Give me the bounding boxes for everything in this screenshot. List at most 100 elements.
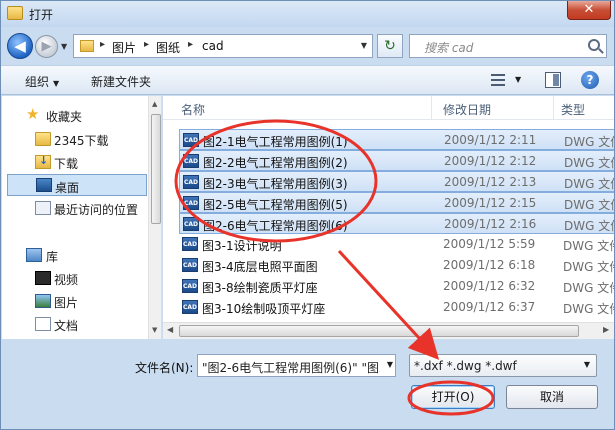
file-row[interactable]: CAD 图3-8绘制瓷质平灯座 2009/1/12 6:32 DWG 文件	[179, 276, 614, 297]
close-button[interactable]: ✕	[567, 1, 611, 20]
file-row[interactable]: CAD 图3-1设计说明 2009/1/12 5:59 DWG 文件	[179, 234, 614, 255]
document-icon	[35, 317, 51, 331]
scrollbar-thumb[interactable]	[151, 114, 161, 224]
open-button[interactable]: 打开(O)	[411, 385, 495, 409]
window-title: 打开	[29, 8, 54, 22]
back-button[interactable]: ◀	[7, 33, 33, 59]
chevron-down-icon: ▼	[53, 79, 60, 88]
search-icon[interactable]	[588, 39, 600, 51]
column-header-row: 名称 修改日期 类型	[163, 96, 614, 120]
download-folder-icon	[35, 154, 51, 169]
column-divider[interactable]	[431, 96, 432, 120]
new-folder-button[interactable]: 新建文件夹	[91, 73, 151, 90]
scroll-left-icon[interactable]: ◀	[167, 325, 173, 334]
file-row[interactable]: CAD 图3-4底层电照平面图 2009/1/12 6:18 DWG 文件	[179, 255, 614, 276]
file-row[interactable]: CAD 图2-5电气工程常用图例(5) 2009/1/12 2:15 DWG 文…	[179, 192, 614, 213]
sidebar-item-desktop[interactable]: 桌面	[7, 174, 147, 196]
sidebar-item-pictures[interactable]: 图片	[2, 290, 148, 312]
organize-label: 组织	[25, 75, 50, 89]
column-divider[interactable]	[553, 96, 554, 120]
breadcrumb-separator[interactable]: ▸	[188, 39, 193, 50]
column-header-name[interactable]: 名称	[181, 101, 205, 118]
recent-locations-chevron-down-icon[interactable]: ▼	[61, 42, 67, 51]
file-date: 2009/1/12 2:12	[444, 154, 537, 168]
file-type: DWG 文件	[564, 177, 614, 191]
address-bar[interactable]: ▸ 图片 ▸ 图纸 ▸ cad ▼	[73, 34, 373, 58]
sidebar-item-downloads[interactable]: 下载	[2, 151, 148, 173]
cad-file-icon: CAD	[182, 279, 198, 293]
title-bar: 打开 ✕	[1, 1, 614, 27]
cancel-button[interactable]: 取消	[506, 385, 598, 409]
file-date: 2009/1/12 6:18	[443, 258, 536, 272]
help-icon[interactable]: ?	[581, 71, 599, 89]
file-type: DWG 文件	[563, 260, 614, 274]
chevron-down-icon[interactable]: ▼	[356, 35, 372, 57]
sidebar-item-libraries[interactable]: 库	[2, 244, 148, 266]
search-placeholder: 搜索 cad	[424, 41, 474, 55]
file-type-select[interactable]: *.dxf *.dwg *.dwf ▼	[409, 354, 597, 377]
file-type: DWG 文件	[564, 198, 614, 212]
file-row[interactable]: CAD 图2-3电气工程常用图例(3) 2009/1/12 2:13 DWG 文…	[179, 171, 614, 192]
search-input[interactable]: 搜索 cad	[409, 34, 607, 58]
organize-button[interactable]: 组织 ▼	[25, 73, 59, 90]
navigation-pane-scrollbar[interactable]: ▲ ▼	[148, 96, 161, 339]
horizontal-scrollbar[interactable]: ◀ ▶	[163, 322, 614, 339]
file-date: 2009/1/12 2:15	[444, 196, 537, 210]
sidebar-item-recent-places[interactable]: 最近访问的位置	[2, 197, 148, 219]
sidebar-item-label: 视频	[54, 273, 79, 287]
file-name: 图3-10绘制吸顶平灯座	[202, 302, 326, 316]
scroll-up-icon[interactable]: ▲	[152, 100, 157, 108]
refresh-button[interactable]: ↻	[377, 34, 403, 58]
file-name: 图3-1设计说明	[202, 239, 282, 253]
folder-icon	[80, 40, 94, 52]
file-row[interactable]: CAD 图2-6电气工程常用图例(6) 2009/1/12 2:16 DWG 文…	[179, 213, 614, 234]
file-date: 2009/1/12 6:32	[443, 279, 536, 293]
preview-pane-icon[interactable]	[545, 72, 561, 88]
filename-input[interactable]: "图2-6电气工程常用图例(6)" "图2 ▼	[197, 354, 396, 377]
file-row[interactable]: CAD 图2-1电气工程常用图例(1) 2009/1/12 2:11 DWG 文…	[179, 129, 614, 150]
forward-button[interactable]: ▶	[35, 35, 58, 58]
column-header-date[interactable]: 修改日期	[443, 101, 491, 118]
sidebar-item-favorites[interactable]: ★ 收藏夹	[2, 104, 148, 126]
file-row[interactable]: CAD 图2-2电气工程常用图例(2) 2009/1/12 2:12 DWG 文…	[179, 150, 614, 171]
file-row[interactable]: CAD 图3-10绘制吸顶平灯座 2009/1/12 6:37 DWG 文件	[179, 297, 614, 318]
file-type-value: *.dxf *.dwg *.dwf	[414, 359, 517, 373]
breadcrumb-separator[interactable]: ▸	[100, 39, 105, 50]
folder-icon	[35, 132, 51, 146]
chevron-down-icon[interactable]: ▼	[515, 75, 521, 84]
cad-file-icon: CAD	[183, 133, 199, 147]
folder-icon	[7, 6, 23, 20]
video-icon	[35, 271, 51, 285]
breadcrumb-item[interactable]: cad	[202, 39, 224, 53]
library-icon	[26, 248, 42, 262]
sidebar-item-label: 图片	[54, 296, 79, 310]
file-type: DWG 文件	[564, 219, 614, 233]
file-name: 图2-5电气工程常用图例(5)	[203, 198, 348, 212]
file-list: 名称 修改日期 类型 CAD 图2-1电气工程常用图例(1) 2009/1/12…	[163, 96, 614, 339]
scroll-down-icon[interactable]: ▼	[152, 326, 157, 334]
star-icon: ★	[26, 105, 40, 123]
cad-file-icon: CAD	[183, 217, 199, 231]
cad-file-icon: CAD	[182, 237, 198, 251]
breadcrumb-separator[interactable]: ▸	[144, 39, 149, 50]
sidebar-item-2345-downloads[interactable]: 2345下载	[2, 128, 148, 150]
cad-file-icon: CAD	[183, 175, 199, 189]
file-name: 图2-6电气工程常用图例(6)	[203, 219, 348, 233]
scroll-right-icon[interactable]: ▶	[603, 325, 609, 334]
sidebar-item-label: 最近访问的位置	[54, 203, 139, 217]
filename-label: 文件名(N):	[135, 361, 194, 375]
scrollbar-thumb[interactable]	[179, 325, 579, 337]
sidebar-item-documents[interactable]: 文档	[2, 313, 148, 335]
filename-value: "图2-6电气工程常用图例(6)" "图2	[202, 361, 380, 375]
sidebar-item-videos[interactable]: 视频	[2, 267, 148, 289]
breadcrumb-item[interactable]: 图纸	[156, 39, 180, 56]
sidebar-item-label: 库	[46, 250, 59, 264]
chevron-down-icon: ▼	[583, 360, 590, 369]
chevron-down-icon[interactable]: ▼	[387, 360, 393, 369]
file-type: DWG 文件	[563, 239, 614, 253]
view-options-icon[interactable]	[491, 74, 505, 86]
navigation-bar: ◀ ▶ ▼ ▸ 图片 ▸ 图纸 ▸ cad ▼ ↻ 搜索 cad	[1, 29, 614, 63]
cad-file-icon: CAD	[183, 154, 199, 168]
breadcrumb-item[interactable]: 图片	[112, 39, 136, 56]
column-header-type[interactable]: 类型	[561, 101, 585, 118]
